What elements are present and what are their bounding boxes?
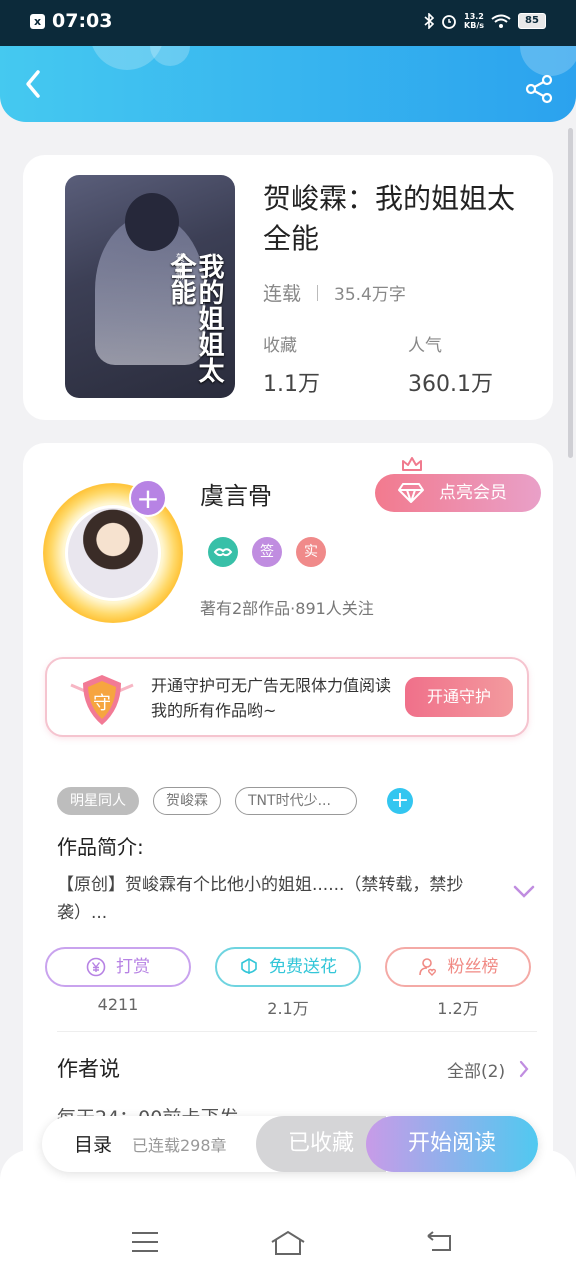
meta-divider	[317, 284, 319, 301]
author-badges: 签 实	[208, 537, 326, 567]
chevron-right-icon[interactable]	[519, 1060, 529, 1078]
alarm-icon	[442, 15, 456, 29]
favorites-value: 1.1万	[263, 372, 320, 397]
action-row: 打赏 4211 免费送花 2.1万 粉丝榜 1.2万	[45, 947, 531, 1019]
tag-list: 明星同人 贺峻霖 TNT时代少... +	[57, 787, 413, 815]
fan-rank-button[interactable]: 粉丝榜	[385, 947, 531, 987]
top-header	[0, 46, 576, 122]
author-card: + 虞言骨 点亮会员 签 实 著有2部作品·891人关注 守 开通守护可无广告无…	[23, 443, 553, 1183]
add-tag-button[interactable]: +	[387, 788, 413, 814]
handshake-icon[interactable]	[208, 537, 238, 567]
follow-plus-button[interactable]: +	[129, 479, 167, 517]
vip-button-label: 点亮会员	[439, 483, 507, 503]
open-guard-button[interactable]: 开通守护	[405, 677, 513, 717]
back-icon[interactable]	[424, 1230, 454, 1254]
reward-button[interactable]: 打赏	[45, 947, 191, 987]
author-works-info: 著有2部作品·891人关注	[200, 599, 374, 618]
home-icon[interactable]	[270, 1230, 306, 1256]
favorites-label: 收藏	[263, 336, 297, 356]
popularity-value: 360.1万	[408, 372, 493, 397]
fan-icon	[418, 958, 436, 976]
read-bar: 目录 已连载298章 已收藏 开始阅读	[42, 1116, 538, 1172]
cover-title: 我的姐姐太全能	[166, 253, 224, 383]
avatar[interactable]	[65, 505, 161, 601]
status-bar: x 07:03 13.2 KB/s 85	[0, 0, 576, 46]
sim-icon: x	[30, 14, 45, 29]
book-title: 贺峻霖：我的姐姐太全能	[263, 182, 516, 255]
vip-button[interactable]: 点亮会员	[375, 457, 541, 512]
flower-label: 免费送花	[269, 957, 337, 977]
chapters-count[interactable]: 已连载298章	[132, 1132, 227, 1156]
reward-count: 4211	[97, 995, 139, 1014]
tag-item[interactable]: 贺峻霖	[153, 787, 221, 815]
author-name[interactable]: 虞言骨	[200, 476, 272, 511]
send-flower-button[interactable]: 免费送花	[215, 947, 361, 987]
yen-icon	[86, 957, 106, 977]
wifi-icon	[491, 14, 511, 28]
bluetooth-icon	[424, 13, 435, 29]
book-cover[interactable]: 我的姐姐太全能 贺峻霖	[65, 175, 235, 398]
fan-action: 粉丝榜 1.2万	[385, 947, 531, 1019]
tag-item[interactable]: 明星同人	[57, 787, 139, 815]
signed-badge[interactable]: 签	[252, 537, 282, 567]
decor-bubble	[150, 46, 190, 66]
popularity-stat: 人气 360.1万	[408, 331, 493, 398]
guard-banner[interactable]: 守 开通守护可无广告无限体力值阅读我的所有作品哟~ 开通守护	[45, 657, 529, 737]
share-icon[interactable]	[524, 74, 554, 104]
guard-text: 开通守护可无广告无限体力值阅读我的所有作品哟~	[151, 676, 392, 720]
flower-count: 2.1万	[267, 999, 309, 1018]
svg-text:守: 守	[93, 693, 111, 714]
intro-label: 作品简介:	[57, 835, 144, 859]
shield-icon: 守	[70, 675, 134, 725]
reward-action: 打赏 4211	[45, 947, 191, 1019]
book-status: 连载	[263, 283, 302, 305]
battery-indicator: 85	[518, 13, 546, 29]
tag-item[interactable]: TNT时代少...	[235, 787, 357, 815]
author-say-all-link[interactable]: 全部(2)	[447, 1057, 505, 1082]
book-info-card: 我的姐姐太全能 贺峻霖 贺峻霖：我的姐姐太全能 连载 35.4万字 收藏 1.1…	[23, 155, 553, 420]
diamond-icon	[398, 483, 424, 503]
book-word-count: 35.4万字	[334, 285, 406, 305]
divider	[57, 1031, 537, 1032]
intro-text: 【原创】贺峻霖有个比他小的姐姐......（禁转载，禁抄袭）...	[57, 875, 464, 923]
system-nav-bar	[0, 1210, 576, 1280]
verified-badge[interactable]: 实	[296, 537, 326, 567]
book-meta: 连载 35.4万字	[263, 279, 406, 306]
scrollbar[interactable]	[568, 128, 573, 458]
net-speed: 13.2 KB/s	[464, 12, 484, 30]
cover-figure-head	[125, 193, 179, 251]
chevron-down-icon[interactable]	[513, 885, 535, 899]
popularity-label: 人气	[408, 336, 442, 356]
author-avatar-wrap[interactable]: +	[43, 479, 183, 623]
menu-icon[interactable]	[130, 1230, 160, 1254]
cover-author: 贺峻霖	[174, 253, 184, 280]
status-time: 07:03	[52, 10, 113, 32]
fan-label: 粉丝榜	[447, 957, 499, 977]
decor-bubble	[520, 46, 576, 76]
author-say-title: 作者说	[57, 1057, 120, 1081]
flower-icon	[241, 958, 257, 974]
crown-icon	[402, 457, 422, 471]
start-reading-button[interactable]: 开始阅读	[366, 1116, 538, 1172]
favorites-stat: 收藏 1.1万	[263, 331, 320, 398]
fan-count: 1.2万	[437, 999, 479, 1018]
chevron-left-icon[interactable]	[20, 68, 48, 100]
reward-label: 打赏	[116, 957, 150, 977]
flower-action: 免费送花 2.1万	[215, 947, 361, 1019]
toc-button[interactable]: 目录	[74, 1130, 112, 1157]
